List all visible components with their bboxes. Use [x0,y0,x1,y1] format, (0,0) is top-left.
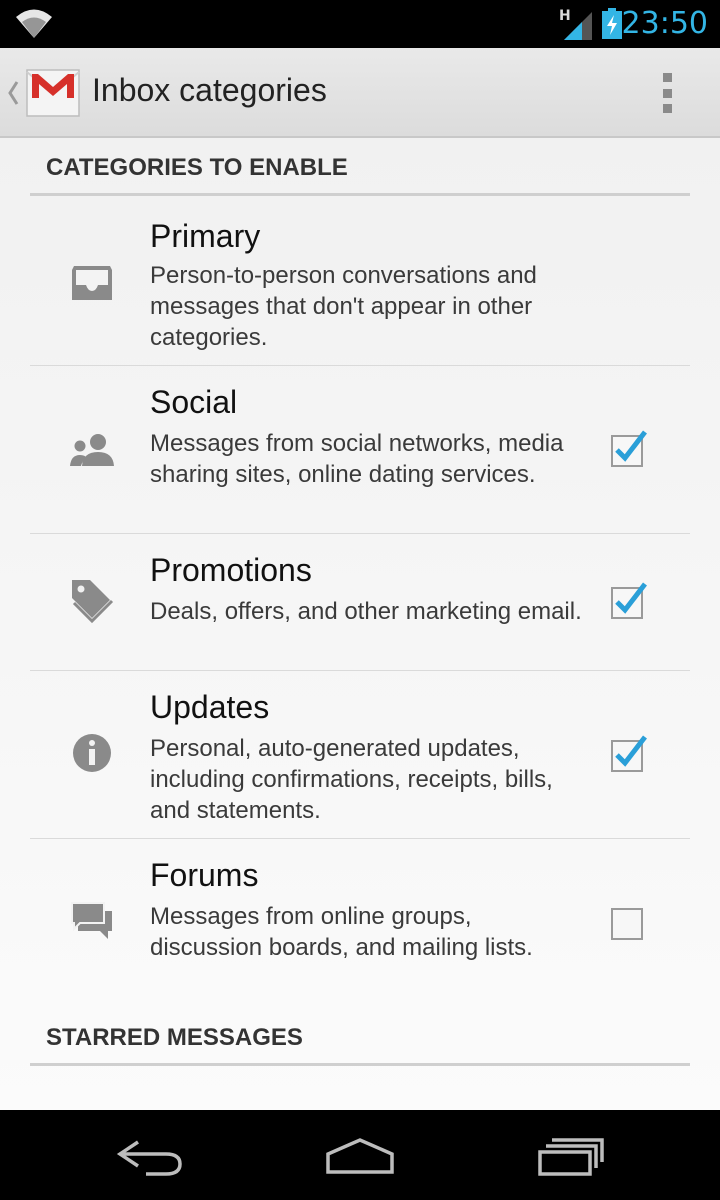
home-icon[interactable] [320,1132,400,1182]
system-navigation-bar [0,1110,720,1200]
info-icon [73,734,111,772]
category-row-primary[interactable]: Primary Person-to-person conversations a… [30,196,690,366]
status-bar: H 23:50 [0,0,720,48]
category-description: Messages from online groups, discussion … [150,903,533,961]
category-label: Updates [150,689,270,725]
forum-chat-icon [71,902,112,939]
category-label: Social [150,384,238,420]
category-row-updates[interactable]: Updates Personal, auto-generated updates… [30,671,690,839]
settings-list: CATEGORIES TO ENABLE Primary Person-to-p… [0,138,720,1110]
page-title: Inbox categories [92,72,327,108]
people-icon [70,434,114,466]
inbox-tray-icon [72,266,112,300]
tag-icon [72,580,114,624]
category-description: Person-to-person conversations and messa… [150,262,537,351]
category-checkbox-social[interactable] [610,428,650,468]
category-label: Forums [150,857,259,893]
category-label: Promotions [150,552,312,588]
gmail-logo-icon[interactable] [24,60,82,120]
category-checkbox-updates[interactable] [610,733,650,773]
network-type-label: H [559,8,571,24]
category-description: Deals, offers, and other marketing email… [150,598,582,625]
recent-apps-icon[interactable] [530,1132,610,1182]
battery-charging-icon [602,8,622,39]
category-label: Primary [150,218,261,254]
action-bar: Inbox categories [0,48,720,138]
category-row-social[interactable]: Social Messages from social networks, me… [30,366,690,534]
overflow-menu-icon[interactable] [650,70,684,116]
category-checkbox-promotions[interactable] [610,580,650,620]
section-header-starred: STARRED MESSAGES [30,1008,690,1066]
category-row-forums[interactable]: Forums Messages from online groups, disc… [30,839,690,1005]
category-description: Personal, auto-generated updates, includ… [150,735,553,824]
wifi-icon [16,9,52,38]
back-icon[interactable] [110,1132,190,1182]
category-checkbox-forums[interactable] [610,901,650,941]
category-row-promotions[interactable]: Promotions Deals, offers, and other mark… [30,534,690,671]
category-description: Messages from social networks, media sha… [150,430,564,488]
section-header-categories: CATEGORIES TO ENABLE [30,138,690,196]
up-caret-icon[interactable] [6,78,20,108]
clock: 23:50 [621,6,708,41]
signal-strength-icon: H [559,8,592,40]
